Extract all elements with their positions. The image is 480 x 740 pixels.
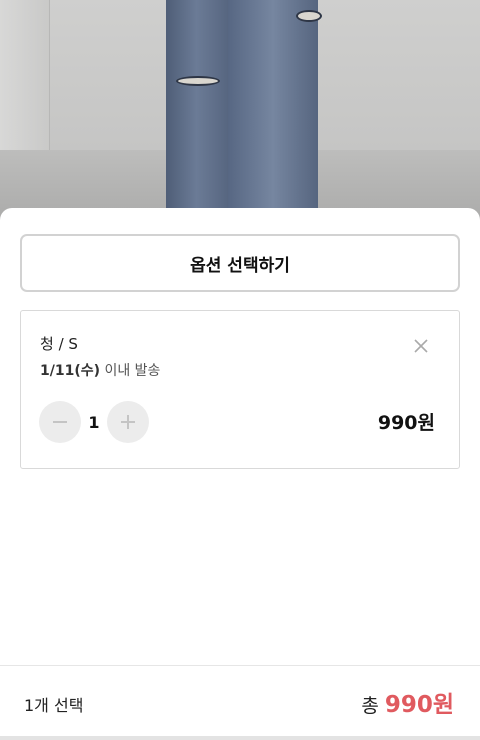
- quantity-decrease-button[interactable]: [39, 401, 81, 443]
- close-icon: [414, 339, 428, 353]
- selected-count: 1개 선택: [24, 696, 84, 715]
- total-amount: 990원: [384, 692, 454, 718]
- select-option-button[interactable]: 옵션 선택하기: [20, 234, 460, 292]
- quantity-increase-button[interactable]: [107, 401, 149, 443]
- product-image: [0, 0, 480, 230]
- remove-option-button[interactable]: [411, 336, 431, 356]
- ship-date: 1/11(수): [40, 363, 101, 379]
- jeans-right-leg: [228, 0, 318, 215]
- total-price: 총 990원: [361, 685, 454, 719]
- bottom-divider: [0, 736, 480, 740]
- shipping-info: 1/11(수) 이내 발송: [40, 360, 160, 380]
- order-summary-footer: 1개 선택 총 990원: [0, 665, 480, 740]
- selected-option-card: 청 / S 1/11(수) 이내 발송 1 990원: [20, 310, 460, 469]
- option-price: 990원: [377, 412, 435, 434]
- option-name: 청 / S: [40, 335, 78, 353]
- quantity-value[interactable]: 1: [81, 401, 107, 443]
- minus-icon: [53, 421, 67, 423]
- option-bottom-sheet: 옵션 선택하기 청 / S 1/11(수) 이내 발송 1 990원: [0, 208, 480, 740]
- total-label: 총: [361, 695, 379, 717]
- jeans-rip: [176, 76, 220, 86]
- jeans-left-leg: [166, 0, 234, 215]
- jeans-rip: [296, 10, 322, 22]
- ship-suffix: 이내 발송: [100, 363, 161, 379]
- plus-icon: [121, 415, 135, 429]
